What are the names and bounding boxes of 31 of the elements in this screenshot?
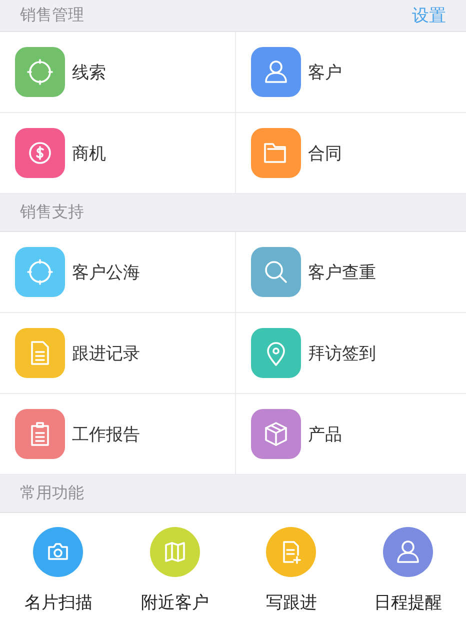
menu-label: 线索 (72, 62, 106, 84)
menu-label: 客户公海 (72, 262, 140, 284)
menu-item[interactable]: 客户公海 (0, 232, 236, 313)
shortcut-label[interactable]: 附近客户 (140, 591, 209, 614)
menu-item[interactable]: 工作报告 (0, 394, 236, 475)
shortcut-label[interactable]: 日程提醒 (374, 591, 442, 614)
menu-label: 工作报告 (72, 424, 140, 446)
shortcut-label[interactable]: 名片扫描 (24, 591, 92, 614)
map-icon[interactable] (150, 527, 200, 577)
menu-label: 商机 (72, 142, 106, 164)
menu-label: 跟进记录 (72, 342, 140, 364)
menu-item[interactable]: 商机 (0, 113, 236, 194)
menu-label: 客户 (308, 62, 342, 84)
person-icon[interactable] (382, 527, 433, 577)
menu-label: 拜访签到 (308, 342, 376, 364)
section-title: 销售管理 (20, 5, 84, 26)
menu-label: 客户查重 (308, 262, 376, 284)
menu-item[interactable]: 合同 (236, 113, 466, 194)
menu-item[interactable]: 产品 (236, 394, 466, 475)
document-plus-icon[interactable] (266, 527, 316, 577)
menu-label: 产品 (308, 424, 342, 446)
menu-item[interactable]: 客户 (236, 32, 466, 113)
menu-item[interactable]: 线索 (0, 32, 236, 113)
camera-icon[interactable] (33, 527, 84, 577)
menu-item[interactable]: 客户查重 (236, 232, 466, 313)
section-title: 销售支持 (20, 202, 84, 223)
menu-label: 合同 (308, 142, 342, 164)
section-title: 常用功能 (20, 483, 84, 504)
menu-item[interactable]: 跟进记录 (0, 313, 236, 394)
shortcut-label[interactable]: 写跟进 (266, 591, 317, 614)
menu-item[interactable]: 拜访签到 (236, 313, 466, 394)
